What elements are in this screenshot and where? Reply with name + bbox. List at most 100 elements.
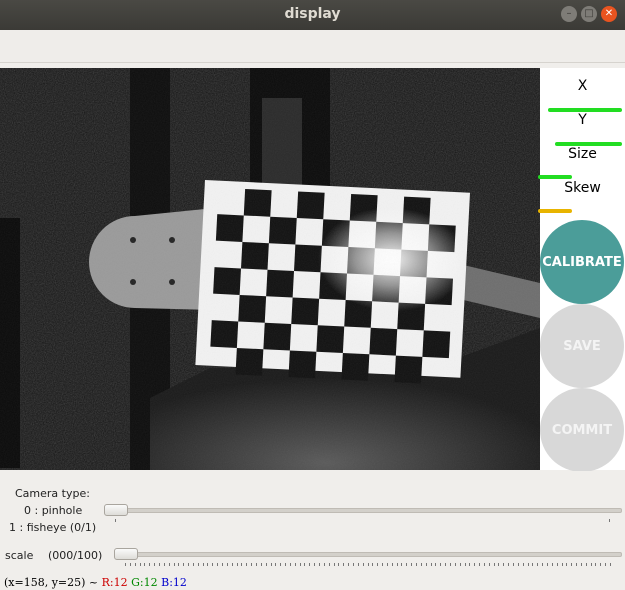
scale-tick	[168, 563, 170, 566]
scale-tick	[178, 563, 180, 566]
scale-tick	[430, 563, 432, 566]
scale-slider-track[interactable]	[114, 552, 622, 557]
scale-tick	[416, 563, 417, 566]
scale-tick	[580, 563, 582, 566]
scale-tick	[241, 563, 243, 566]
scale-tick	[367, 563, 369, 566]
scale-tick	[391, 563, 393, 566]
scale-tick	[537, 563, 539, 566]
scale-tick	[251, 563, 253, 566]
scale-tick	[590, 563, 592, 566]
minimize-icon[interactable]: –	[561, 6, 577, 22]
scale-tick	[226, 563, 228, 566]
scale-tick	[517, 563, 519, 566]
metric-label-x: X	[577, 78, 588, 94]
scale-tick	[352, 563, 354, 566]
scale-tick	[546, 563, 548, 566]
scale-tick	[309, 563, 311, 566]
scale-label: scale	[5, 549, 34, 562]
save-button[interactable]: SAVE	[540, 304, 624, 388]
scale-tick	[280, 563, 282, 566]
scale-tick	[386, 563, 388, 566]
scale-tick	[343, 563, 345, 566]
scale-tick	[483, 563, 485, 566]
scale-tick	[173, 563, 175, 566]
camera-view[interactable]	[0, 68, 540, 470]
camera-type-tick-min	[115, 519, 116, 522]
scale-tick	[401, 563, 403, 566]
status-b: B:12	[161, 576, 187, 589]
scale-tick	[420, 563, 422, 566]
scale-tick	[527, 563, 529, 566]
scale-tick	[222, 563, 223, 566]
calibration-panel: X Y Size Skew CALIBRATE SAVE COMMIT	[538, 68, 625, 472]
scale-tick	[357, 563, 359, 566]
metric-label-size: Size	[568, 146, 597, 162]
scale-tick	[212, 563, 214, 566]
scale-tick	[595, 563, 597, 566]
camera-type-slider-handle[interactable]	[104, 504, 128, 516]
camera-type-slider-track[interactable]	[104, 508, 622, 513]
scale-tick	[610, 563, 611, 566]
status-readout: (x=158, y=25) ~ R:12 G:12 B:12	[4, 576, 187, 589]
scale-tick	[134, 563, 136, 566]
scale-tick	[348, 563, 350, 566]
scale-tick	[571, 563, 573, 566]
scale-tick	[488, 563, 490, 566]
scale-tick	[285, 563, 287, 566]
scale-tick	[260, 563, 262, 566]
scale-tick	[454, 563, 456, 566]
close-icon[interactable]: ✕	[601, 6, 617, 22]
scale-tick	[576, 563, 578, 566]
scale-tick	[246, 563, 248, 566]
scale-tick	[275, 563, 277, 566]
scale-tick	[479, 563, 481, 566]
scale-tick	[149, 563, 151, 566]
scale-tick	[139, 563, 141, 566]
scale-tick	[440, 563, 442, 566]
scale-tick	[445, 563, 447, 566]
scale-tick	[406, 563, 408, 566]
scale-tick	[192, 563, 194, 566]
scale-tick	[600, 563, 602, 566]
scale-tick	[508, 563, 510, 566]
scale-tick	[556, 563, 558, 566]
scale-tick	[231, 563, 233, 566]
maximize-icon[interactable]: □	[581, 6, 597, 22]
scale-tick	[566, 563, 568, 566]
metric-label-skew: Skew	[564, 180, 601, 196]
calibrate-button[interactable]: CALIBRATE	[540, 220, 624, 304]
scale-tick	[474, 563, 476, 566]
scale-tick	[459, 563, 461, 566]
camera-type-tick-max	[609, 519, 610, 522]
scale-tick	[333, 563, 335, 566]
commit-button[interactable]: COMMIT	[540, 388, 624, 472]
scale-tick	[377, 563, 379, 566]
scale-tick	[202, 563, 204, 566]
scale-tick	[125, 563, 126, 566]
scale-tick	[522, 563, 524, 566]
scale-tick	[255, 563, 257, 566]
scale-tick	[498, 563, 500, 566]
scale-tick	[207, 563, 209, 566]
scale-slider-handle[interactable]	[114, 548, 138, 560]
scale-tick	[435, 563, 437, 566]
scale-tick	[188, 563, 190, 566]
scale-tick	[265, 563, 267, 566]
camera-type-label: Camera type:	[15, 487, 90, 500]
scale-tick	[217, 563, 219, 566]
scale-tick	[362, 563, 364, 566]
scale-tick	[270, 563, 272, 566]
metric-bar-skew	[538, 209, 572, 213]
scale-tick	[396, 563, 398, 566]
scale-tick	[561, 563, 563, 566]
scale-tick	[551, 563, 553, 566]
option-fisheye-label: 1 : fisheye (0/1)	[9, 521, 97, 534]
scale-tick	[197, 563, 199, 566]
scale-tick	[158, 563, 160, 566]
scale-tick	[585, 563, 587, 566]
window-title: display	[284, 6, 341, 22]
scale-value-text: (000/100)	[48, 549, 103, 562]
scale-tick	[154, 563, 156, 566]
scale-tick	[469, 563, 471, 566]
